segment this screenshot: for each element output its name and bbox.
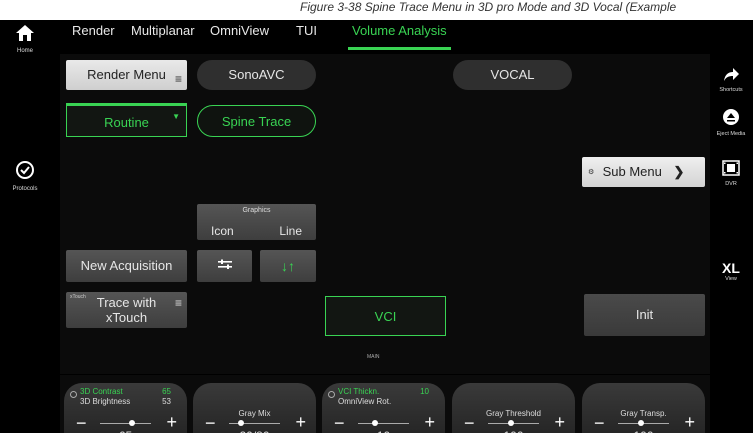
render-menu-label: Render Menu: [87, 67, 166, 82]
knob-value: 10: [322, 429, 445, 433]
settings-gears-icon: ⚙: [588, 169, 595, 176]
knob-track: [229, 423, 280, 424]
share-arrow-icon: [709, 66, 753, 85]
radio-indicator-icon: [328, 391, 335, 398]
knob-position-dot: [508, 420, 514, 426]
tab-label: Multiplanar: [131, 23, 195, 38]
dvr-button[interactable]: DVR: [709, 160, 753, 187]
eject-icon: [709, 108, 753, 129]
sort-arrows-icon: ↓↑: [281, 258, 295, 274]
knob-track: [358, 423, 409, 424]
tab-label: TUI: [296, 23, 317, 38]
sub-menu-button[interactable]: ⚙ Sub Menu ❯: [582, 157, 705, 187]
new-acquisition-label: New Acquisition: [80, 258, 173, 273]
knob-value-primary: 65: [162, 387, 171, 396]
sliders-button[interactable]: [197, 250, 252, 282]
home-label: Home: [16, 48, 33, 54]
tab-volume-analysis[interactable]: Volume Analysis: [348, 20, 451, 52]
knob-position-dot: [638, 420, 644, 426]
home-button[interactable]: Home: [0, 24, 50, 54]
tab-render[interactable]: Render: [72, 20, 115, 52]
spine-trace-label: Spine Trace: [221, 114, 292, 129]
radio-indicator-icon: [70, 391, 77, 398]
graphics-group: Graphics Icon Line: [197, 204, 316, 240]
vocal-button[interactable]: VOCAL: [453, 60, 572, 90]
init-label: Init: [635, 307, 654, 322]
tab-omniview[interactable]: OmniView: [210, 20, 269, 52]
sliders-icon: [217, 258, 233, 273]
film-icon: [709, 160, 753, 179]
graphics-line-option[interactable]: Line: [279, 224, 302, 238]
knob-track: [100, 423, 151, 424]
knob-value-primary: 10: [420, 387, 429, 396]
right-nav: Shortcuts Eject Media DVR XL View: [709, 20, 753, 433]
knob-position-dot: [129, 420, 135, 426]
knob-label-secondary: 3D Brightness: [80, 397, 131, 406]
view-button[interactable]: XL View: [709, 260, 753, 282]
shortcuts-button[interactable]: Shortcuts: [709, 66, 753, 93]
vocal-label: VOCAL: [490, 67, 535, 82]
view-label: View: [725, 276, 737, 282]
spine-trace-button[interactable]: Spine Trace: [197, 105, 316, 137]
knob-value: 100: [582, 429, 705, 433]
sort-order-button[interactable]: ↓↑: [260, 250, 316, 282]
rotary-knob[interactable]: VCI Thickn.10OmniView Rot.−+10: [322, 383, 445, 433]
tab-label: Render: [72, 23, 115, 38]
view-size-indicator: XL: [722, 260, 740, 276]
knob-position-dot: [372, 420, 378, 426]
knob-position-dot: [238, 420, 244, 426]
tab-tui[interactable]: TUI: [296, 20, 317, 52]
xtouch-label: xTouch: [105, 310, 148, 325]
figure-caption: Figure 3-38 Spine Trace Menu in 3D pro M…: [300, 0, 677, 14]
tab-label: OmniView: [210, 23, 270, 38]
knob-value: 100: [452, 429, 575, 433]
vci-button[interactable]: VCI: [325, 296, 446, 336]
home-icon: [0, 24, 50, 46]
dropdown-triangle-icon: ▼: [172, 112, 180, 121]
rotary-knob[interactable]: Gray Mix−+20/80: [193, 383, 316, 433]
knob-label-primary: 3D Contrast: [80, 387, 123, 396]
dvr-label: DVR: [725, 181, 737, 187]
hamburger-icon: ≡: [174, 296, 182, 310]
active-tab-underline: [348, 47, 451, 50]
knob-label-primary: VCI Thickn.: [338, 387, 380, 396]
rotary-controls: 3D Contrast653D Brightness53−+65Gray Mix…: [60, 375, 710, 433]
checkmark-circle-icon: [0, 160, 50, 184]
rotary-knob[interactable]: 3D Contrast653D Brightness53−+65: [64, 383, 187, 433]
render-menu-button[interactable]: Render Menu ≡: [66, 60, 187, 90]
sonoavc-button[interactable]: SonoAVC: [197, 60, 316, 90]
eject-media-button[interactable]: Eject Media: [709, 108, 753, 137]
routine-dropdown[interactable]: Routine ▼: [66, 103, 187, 137]
rotary-knob[interactable]: Gray Threshold−+100: [452, 383, 575, 433]
sonoavc-label: SonoAVC: [228, 67, 285, 82]
init-button[interactable]: Init: [584, 294, 705, 336]
knob-label-secondary: OmniView Rot.: [338, 397, 392, 406]
eject-label: Eject Media: [716, 131, 746, 137]
routine-label: Routine: [104, 115, 149, 130]
rotary-knob[interactable]: Gray Transp.−+100: [582, 383, 705, 433]
protocols-label: Protocols: [12, 186, 38, 192]
shortcuts-label: Shortcuts: [719, 87, 743, 93]
graphics-icon-option[interactable]: Icon: [211, 224, 234, 238]
knob-value-secondary: 53: [162, 397, 171, 406]
trace-with-xtouch-button[interactable]: xTouch Trace with xTouch ≡: [66, 292, 187, 328]
new-acquisition-button[interactable]: New Acquisition: [66, 250, 187, 282]
left-nav: Home Protocols: [0, 20, 50, 433]
knob-value: 65: [64, 429, 187, 433]
main-indicator: MAIN: [367, 354, 380, 360]
sub-menu-label: Sub Menu: [602, 164, 662, 179]
knob-value: 20/80: [193, 429, 316, 433]
hamburger-icon: ≡: [174, 72, 182, 86]
control-panel: Render Menu ≡ SonoAVC VOCAL Routine ▼ Sp…: [60, 54, 710, 374]
protocols-button[interactable]: Protocols: [0, 160, 50, 192]
chevron-right-icon: ❯: [673, 164, 685, 179]
xtouch-tag: xTouch: [70, 294, 86, 300]
vci-label: VCI: [374, 309, 397, 324]
graphics-title: Graphics: [242, 207, 271, 214]
touch-panel-screen: Home Protocols Render Multiplanar OmniVi…: [0, 20, 753, 433]
tab-multiplanar[interactable]: Multiplanar: [131, 20, 195, 52]
tab-label: Volume Analysis: [352, 23, 447, 38]
